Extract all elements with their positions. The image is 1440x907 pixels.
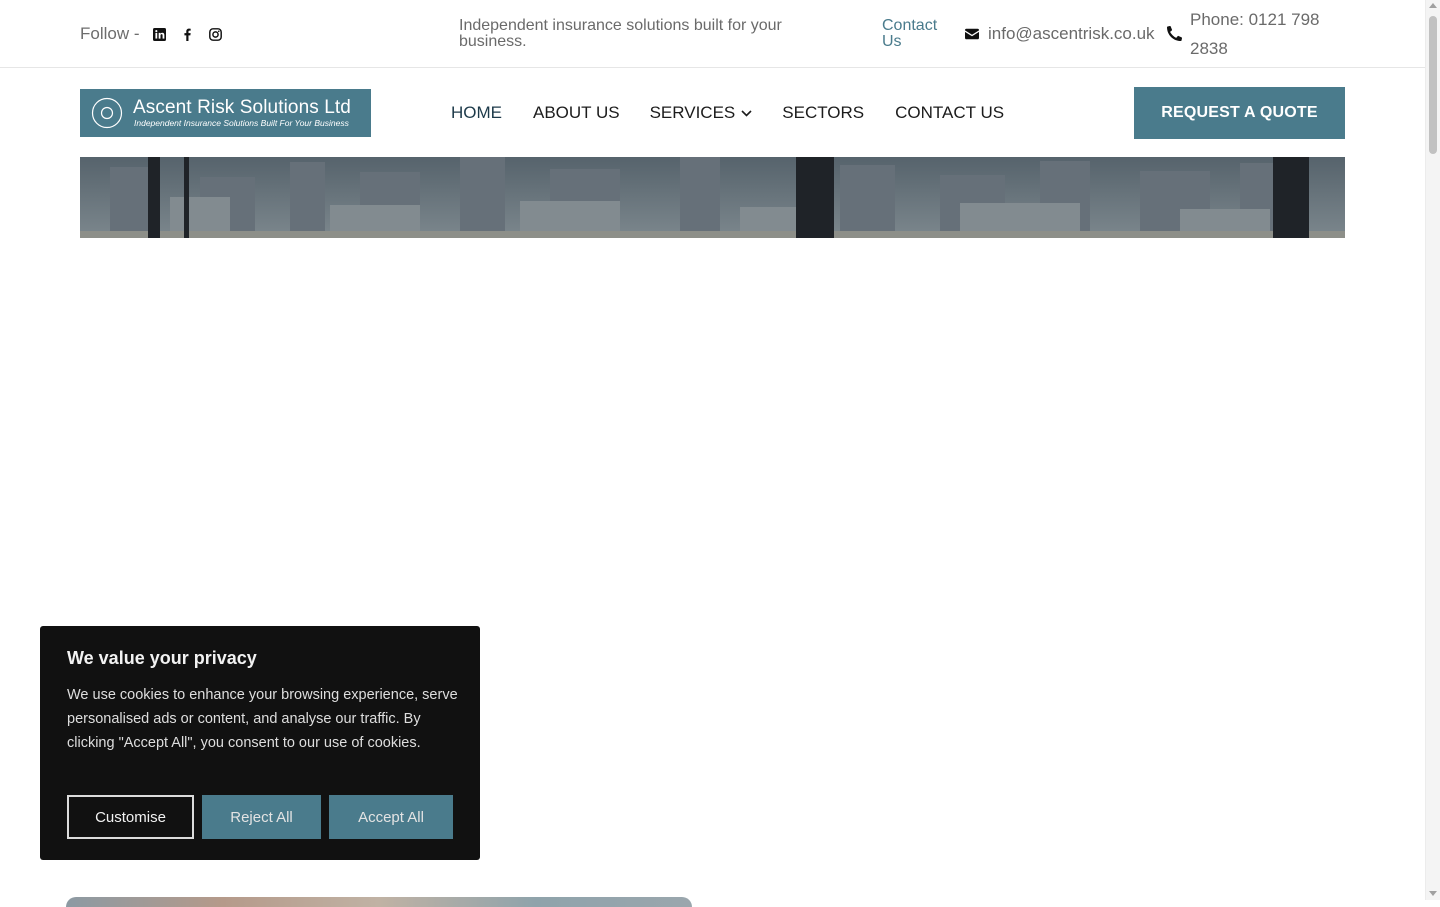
follow-label: Follow - (80, 24, 140, 43)
nav-sectors[interactable]: SECTORS (782, 103, 864, 123)
logo-tagline: Independent Insurance Solutions Built Fo… (134, 118, 349, 128)
customise-button[interactable]: Customise (67, 795, 194, 839)
nav-about-us[interactable]: ABOUT US (533, 103, 620, 123)
cookie-body: We use cookies to enhance your browsing … (67, 687, 458, 751)
accept-all-button[interactable]: Accept All (329, 795, 453, 839)
nav-services[interactable]: SERVICES (650, 103, 753, 123)
top-tagline: Independent insurance solutions built fo… (459, 17, 782, 50)
nav-home[interactable]: HOME (451, 103, 502, 123)
top-contact-link[interactable]: Contact Us (882, 18, 952, 50)
nav-contact-us[interactable]: CONTACT US (895, 103, 1004, 123)
logo-name: Ascent Risk Solutions Ltd (133, 97, 351, 118)
logo-mark-icon (91, 97, 123, 129)
instagram-link[interactable] (202, 23, 230, 45)
city-skyline-image (80, 157, 1345, 238)
email-text: info@ascentrisk.co.uk (988, 24, 1155, 43)
page-scrollbar[interactable] (1425, 0, 1440, 900)
hero-image (80, 157, 1345, 238)
linkedin-icon (153, 27, 167, 41)
content-card-peek (66, 897, 692, 907)
cookie-title: We value your privacy (67, 648, 257, 668)
facebook-link[interactable] (174, 23, 202, 45)
facebook-icon (184, 28, 191, 41)
linkedin-link[interactable] (146, 23, 174, 45)
follow-links: Follow - (80, 23, 230, 45)
envelope-icon (965, 28, 979, 40)
cookie-consent-banner: We value your privacy We use cookies to … (40, 626, 480, 860)
scroll-down-arrow-icon[interactable] (1429, 891, 1437, 896)
main-nav: HOME ABOUT US SERVICES SECTORS CONTACT U… (451, 103, 1004, 123)
nav-services-label: SERVICES (649, 103, 736, 122)
email-info[interactable]: info@ascentrisk.co.uk (965, 23, 1155, 45)
chevron-down-icon (741, 109, 752, 117)
top-bar: Follow - Independent insurance solutions… (0, 0, 1425, 68)
logo[interactable]: Ascent Risk Solutions Ltd Independent In… (80, 89, 371, 137)
scroll-thumb[interactable] (1429, 16, 1437, 154)
instagram-icon (209, 27, 222, 41)
phone-number: Phone: 0121 798 2838 (1190, 10, 1320, 58)
reject-all-button[interactable]: Reject All (202, 795, 321, 839)
scroll-up-arrow-icon[interactable] (1429, 3, 1437, 8)
request-quote-button[interactable]: REQUEST A QUOTE (1134, 87, 1345, 139)
phone-icon (1167, 26, 1182, 41)
